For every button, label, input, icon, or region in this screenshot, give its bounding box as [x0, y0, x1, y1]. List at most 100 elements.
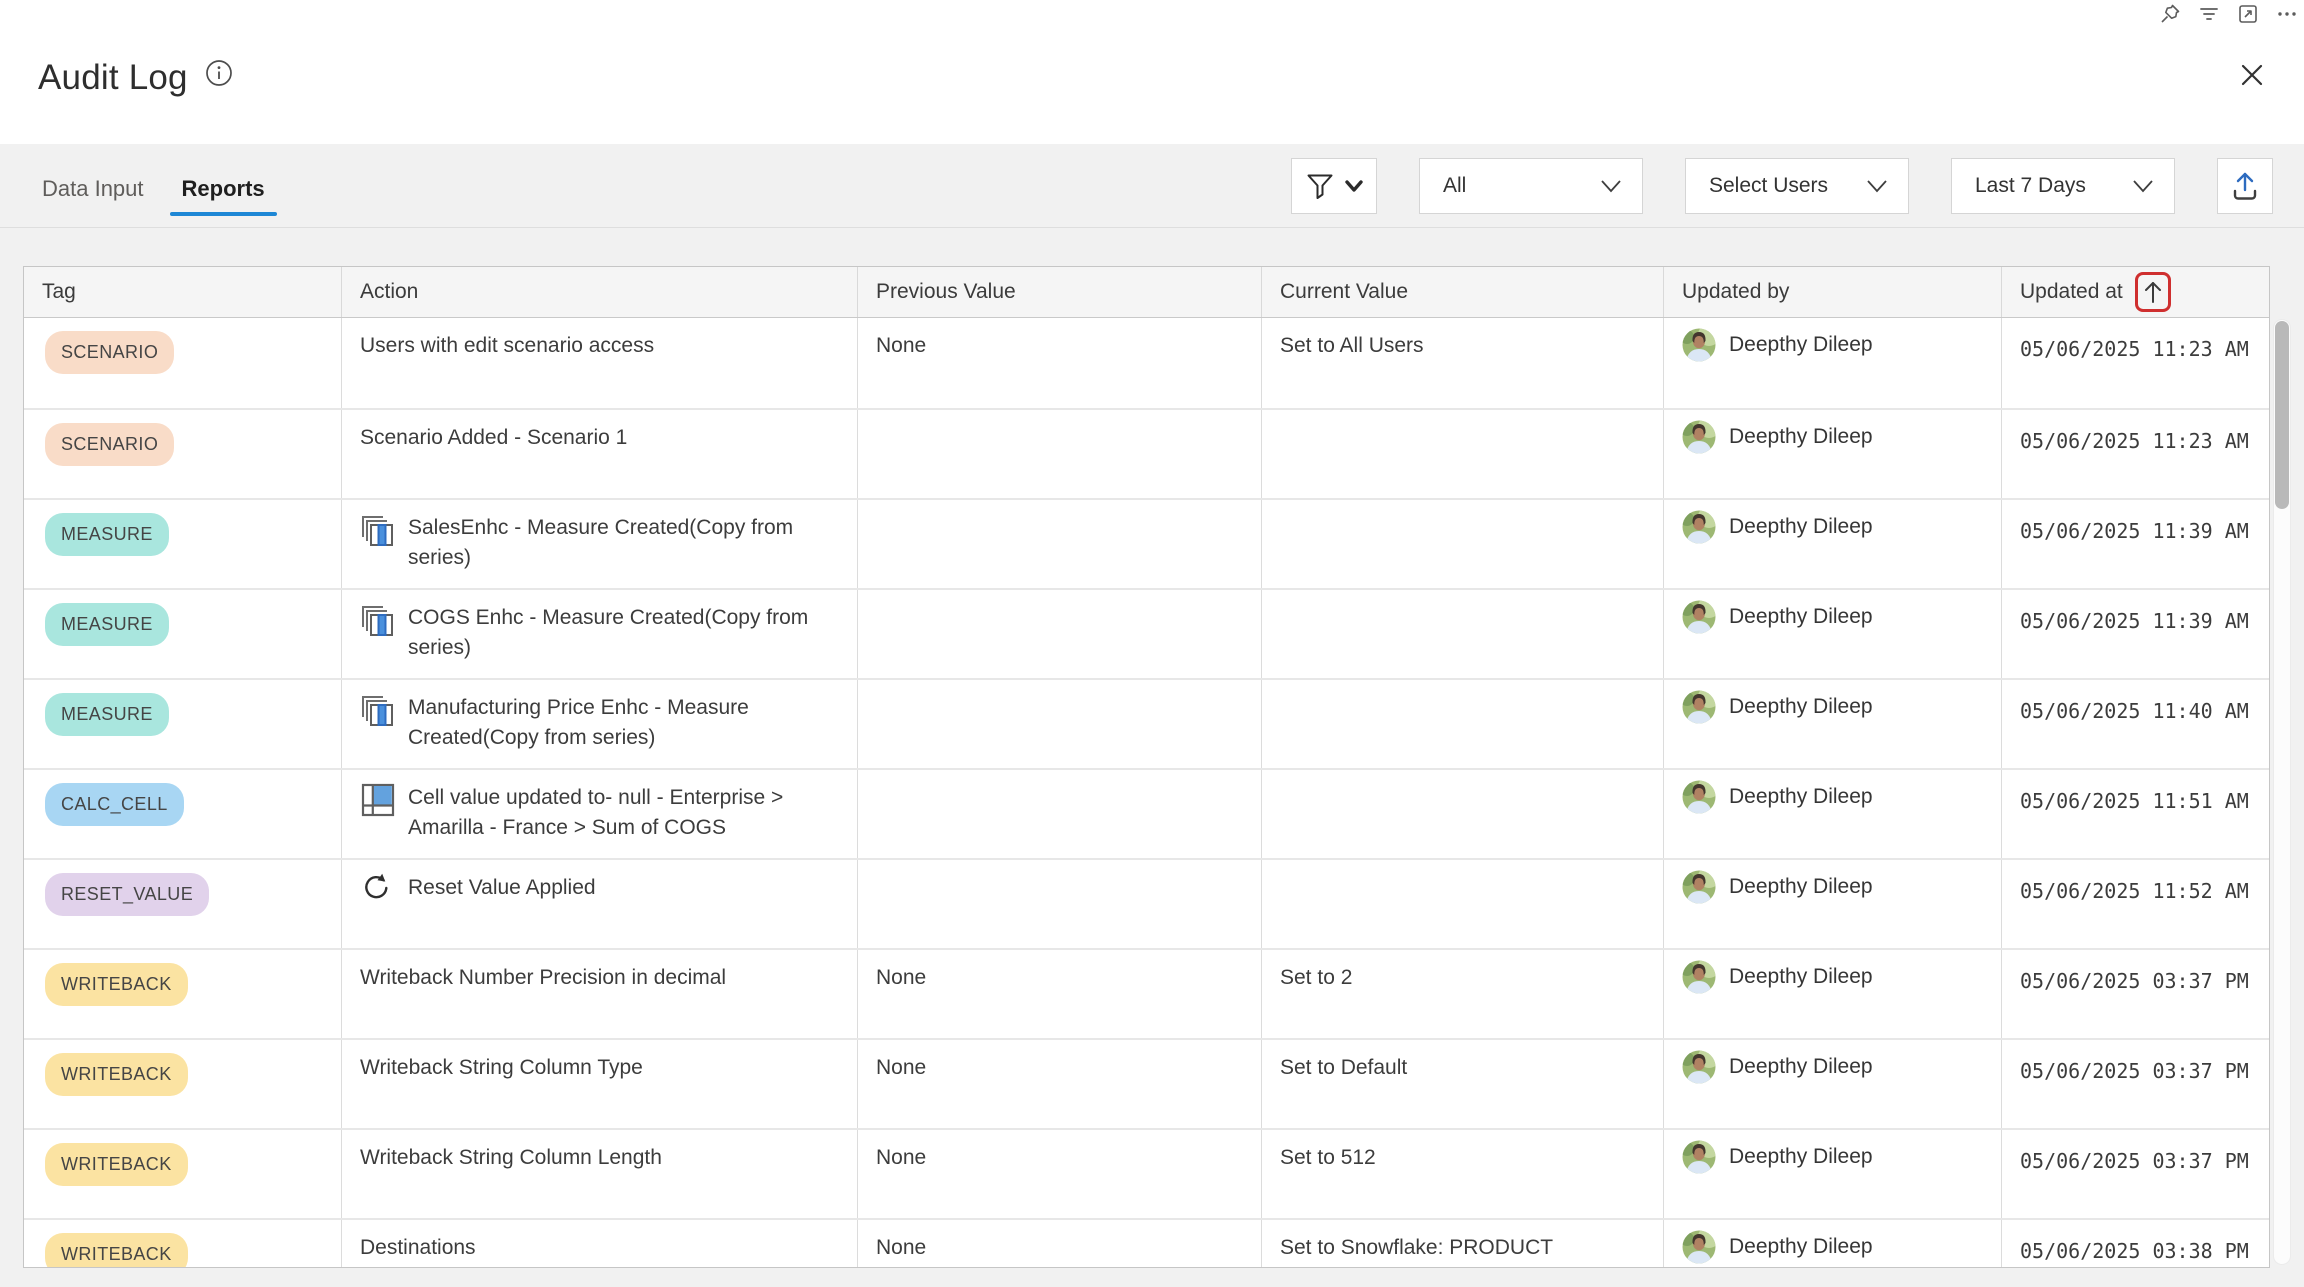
action-text: SalesEnhc - Measure Created(Copy from se…: [408, 513, 843, 573]
action-cell: Manufacturing Price Enhc - Measure Creat…: [342, 680, 858, 768]
updated-at: 05/06/2025 11:23 AM: [2002, 318, 2269, 408]
reset-icon: [360, 872, 396, 908]
calc-cell-icon: [360, 782, 396, 818]
updated-at: 05/06/2025 11:39 AM: [2002, 590, 2269, 678]
current-value: [1262, 500, 1664, 588]
export-button[interactable]: [2217, 158, 2273, 214]
action-text: Writeback Number Precision in decimal: [360, 963, 726, 993]
table-row: WRITEBACK Writeback String Column Length…: [24, 1128, 2269, 1218]
current-value: Set to Default: [1262, 1040, 1664, 1128]
table-row: RESET_VALUE Reset Value Applied Deepthy …: [24, 858, 2269, 948]
current-value: Set to 2: [1262, 950, 1664, 1038]
updated-by-cell: Deepthy Dileep: [1664, 318, 2002, 408]
action-cell: COGS Enhc - Measure Created(Copy from se…: [342, 590, 858, 678]
tag-badge: MEASURE: [45, 693, 169, 736]
action-cell: Scenario Added - Scenario 1: [342, 410, 858, 498]
info-icon[interactable]: [205, 59, 233, 87]
action-text: COGS Enhc - Measure Created(Copy from se…: [408, 603, 843, 663]
table-row: MEASURE Manufacturing Price Enhc - Measu…: [24, 678, 2269, 768]
updated-at: 05/06/2025 11:40 AM: [2002, 680, 2269, 768]
previous-value: None: [858, 1040, 1262, 1128]
action-cell: Destinations: [342, 1220, 858, 1268]
updated-by-name: Deepthy Dileep: [1729, 1050, 1873, 1084]
tabs: Data Input Reports: [30, 144, 277, 227]
avatar: [1682, 1230, 1716, 1264]
updated-at: 05/06/2025 11:23 AM: [2002, 410, 2269, 498]
tag-cell: WRITEBACK: [24, 1130, 342, 1218]
close-button[interactable]: [2235, 58, 2269, 92]
tag-cell: WRITEBACK: [24, 1220, 342, 1268]
updated-at: 05/06/2025 03:37 PM: [2002, 1130, 2269, 1218]
more-options-icon[interactable]: [2276, 3, 2298, 25]
funnel-icon: [1305, 171, 1335, 201]
column-header-updated-at[interactable]: Updated at: [2002, 267, 2269, 317]
updated-by-name: Deepthy Dileep: [1729, 870, 1873, 904]
avatar: [1682, 1140, 1716, 1174]
action-cell: Writeback String Column Length: [342, 1130, 858, 1218]
scrollbar-thumb[interactable]: [2275, 321, 2289, 509]
updated-by-cell: Deepthy Dileep: [1664, 950, 2002, 1038]
current-value: [1262, 590, 1664, 678]
updated-by-name: Deepthy Dileep: [1729, 690, 1873, 724]
table-row: WRITEBACK Writeback String Column Type N…: [24, 1038, 2269, 1128]
previous-value: [858, 500, 1262, 588]
column-header-updated-by: Updated by: [1664, 267, 2002, 317]
chevron-down-icon: [1866, 178, 1888, 194]
current-value: [1262, 410, 1664, 498]
tag-cell: MEASURE: [24, 500, 342, 588]
updated-by-cell: Deepthy Dileep: [1664, 410, 2002, 498]
date-range-dropdown[interactable]: Last 7 Days: [1951, 158, 2175, 214]
avatar: [1682, 960, 1716, 994]
previous-value: None: [858, 1220, 1262, 1268]
current-value: Set to All Users: [1262, 318, 1664, 408]
tag-cell: WRITEBACK: [24, 1040, 342, 1128]
tab-bar: Data Input Reports All: [0, 144, 2304, 228]
tag-cell: RESET_VALUE: [24, 860, 342, 948]
vertical-scrollbar[interactable]: [2273, 319, 2291, 1265]
users-filter-dropdown[interactable]: Select Users: [1685, 158, 1909, 214]
filter-button[interactable]: [1291, 158, 1377, 214]
table-row: WRITEBACK Writeback Number Precision in …: [24, 948, 2269, 1038]
avatar: [1682, 870, 1716, 904]
action-text: Writeback String Column Length: [360, 1143, 662, 1173]
chevron-down-icon: [1344, 178, 1364, 194]
avatar: [1682, 780, 1716, 814]
pin-icon[interactable]: [2159, 3, 2181, 25]
updated-by-cell: Deepthy Dileep: [1664, 1130, 2002, 1218]
updated-by-cell: Deepthy Dileep: [1664, 500, 2002, 588]
tag-cell: MEASURE: [24, 680, 342, 768]
column-header-previous-value: Previous Value: [858, 267, 1262, 317]
tag-badge: SCENARIO: [45, 423, 174, 466]
filter-lines-icon[interactable]: [2198, 3, 2220, 25]
measure-icon: [360, 512, 396, 548]
focus-mode-icon[interactable]: [2237, 3, 2259, 25]
action-cell: Writeback Number Precision in decimal: [342, 950, 858, 1038]
modal-header: Audit Log: [38, 46, 2271, 110]
updated-by-name: Deepthy Dileep: [1729, 780, 1873, 814]
tag-badge: CALC_CELL: [45, 783, 184, 826]
column-header-action: Action: [342, 267, 858, 317]
tag-badge: MEASURE: [45, 513, 169, 556]
updated-by-name: Deepthy Dileep: [1729, 960, 1873, 994]
table-row: WRITEBACK Destinations None Set to Snowf…: [24, 1218, 2269, 1268]
measure-icon: [360, 602, 396, 638]
column-header-tag: Tag: [24, 267, 342, 317]
updated-by-cell: Deepthy Dileep: [1664, 1220, 2002, 1268]
updated-by-name: Deepthy Dileep: [1729, 328, 1873, 362]
category-filter-dropdown[interactable]: All: [1419, 158, 1643, 214]
visual-header: [2159, 3, 2298, 25]
avatar: [1682, 600, 1716, 634]
updated-by-name: Deepthy Dileep: [1729, 600, 1873, 634]
tab-data-input[interactable]: Data Input: [30, 144, 156, 227]
avatar: [1682, 420, 1716, 454]
previous-value: [858, 590, 1262, 678]
updated-by-cell: Deepthy Dileep: [1664, 770, 2002, 858]
table-row: MEASURE COGS Enhc - Measure Created(Copy…: [24, 588, 2269, 678]
avatar: [1682, 690, 1716, 724]
tab-reports[interactable]: Reports: [170, 144, 277, 227]
page-title: Audit Log: [38, 58, 188, 98]
sort-ascending-button[interactable]: [2135, 272, 2171, 312]
action-text: Users with edit scenario access: [360, 331, 654, 361]
updated-by-cell: Deepthy Dileep: [1664, 590, 2002, 678]
previous-value: None: [858, 318, 1262, 408]
